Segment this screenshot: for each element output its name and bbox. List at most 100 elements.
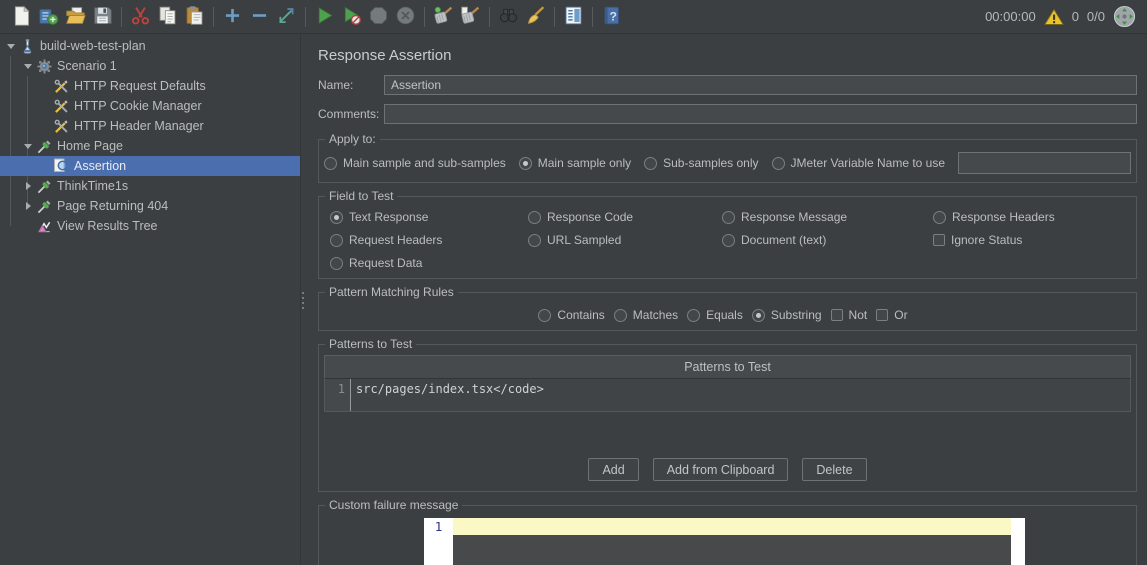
radio-control[interactable] <box>528 234 541 247</box>
paste-button[interactable] <box>181 4 208 30</box>
tree-item-http-request-defaults[interactable]: HTTP Request Defaults <box>0 76 300 96</box>
radio-control[interactable] <box>722 234 735 247</box>
radio-main-sample-only[interactable]: Main sample only <box>519 156 631 170</box>
checkbox-control[interactable] <box>831 309 843 321</box>
add-from-clipboard-button[interactable]: Add from Clipboard <box>653 458 789 481</box>
radio-control[interactable] <box>538 309 551 322</box>
radio-control[interactable] <box>772 157 785 170</box>
radio-control[interactable] <box>752 309 765 322</box>
copy-button[interactable] <box>154 4 181 30</box>
function-helper-button[interactable] <box>560 4 587 30</box>
checkbox-control[interactable] <box>876 309 888 321</box>
new-file-button[interactable] <box>8 4 35 30</box>
radio-substring[interactable]: Substring <box>752 308 822 322</box>
radio-text-response[interactable]: Text Response <box>330 210 515 224</box>
tree-item-page-returning-404[interactable]: Page Returning 404 <box>0 196 300 216</box>
help-button[interactable]: ? <box>598 4 625 30</box>
collapse-arrow-icon[interactable] <box>20 59 35 74</box>
save-button[interactable] <box>89 4 116 30</box>
pattern-text[interactable]: src/pages/index.tsx</code> <box>351 379 544 411</box>
tree-item-view-results-tree[interactable]: View Results Tree <box>0 216 300 236</box>
expand-arrow-icon[interactable] <box>20 199 35 214</box>
tree-item-thinktime1s[interactable]: ThinkTime1s <box>0 176 300 196</box>
radio-control[interactable] <box>614 309 627 322</box>
start-no-timers-button[interactable] <box>338 4 365 30</box>
radio-matches[interactable]: Matches <box>614 308 678 322</box>
checkbox-control[interactable] <box>933 234 945 246</box>
sampler-icon <box>35 138 53 154</box>
option-label: Matches <box>633 308 678 322</box>
add-button[interactable] <box>219 4 246 30</box>
collapse-arrow-icon[interactable] <box>3 39 18 54</box>
radio-main-sample-and-sub-samples[interactable]: Main sample and sub-samples <box>324 156 506 170</box>
tree-item-http-cookie-manager[interactable]: HTTP Cookie Manager <box>0 96 300 116</box>
apply-to-group: Apply to: Main sample and sub-samplesMai… <box>318 132 1137 183</box>
cut-button[interactable] <box>127 4 154 30</box>
collapse-arrow-icon[interactable] <box>20 139 35 154</box>
patterns-editor[interactable]: 1src/pages/index.tsx</code> <box>324 379 1131 412</box>
shutdown-button[interactable] <box>392 4 419 30</box>
tree-item-assertion[interactable]: Assertion <box>0 156 300 176</box>
radio-control[interactable] <box>330 211 343 224</box>
radio-document-text[interactable]: Document (text) <box>722 233 920 247</box>
stop-button[interactable] <box>365 4 392 30</box>
checkbox-or[interactable]: Or <box>876 308 907 322</box>
radio-control[interactable] <box>519 157 532 170</box>
jmeter-variable-name-input[interactable] <box>958 152 1131 174</box>
shutdown-icon <box>395 5 416 29</box>
name-input[interactable] <box>384 75 1137 95</box>
tree-item-build-web-test-plan[interactable]: build-web-test-plan <box>0 36 300 56</box>
radio-control[interactable] <box>324 157 337 170</box>
tree-item-scenario-1[interactable]: Scenario 1 <box>0 56 300 76</box>
toggle-button[interactable] <box>273 4 300 30</box>
radio-control[interactable] <box>722 211 735 224</box>
option-label: Equals <box>706 308 743 322</box>
cut-icon <box>130 5 151 29</box>
radio-request-data[interactable]: Request Data <box>330 256 515 270</box>
add-button[interactable]: Add <box>588 458 638 481</box>
tree-item-http-header-manager[interactable]: HTTP Header Manager <box>0 116 300 136</box>
new-file-icon <box>11 5 32 29</box>
open-file-button[interactable] <box>62 4 89 30</box>
clear-all-button[interactable] <box>457 4 484 30</box>
reset-search-button[interactable] <box>522 4 549 30</box>
delete-button[interactable]: Delete <box>802 458 866 481</box>
tree-item-home-page[interactable]: Home Page <box>0 136 300 156</box>
start-button[interactable] <box>311 4 338 30</box>
search-button[interactable] <box>495 4 522 30</box>
tree-item-label: Scenario 1 <box>57 59 117 73</box>
expand-arrow-icon[interactable] <box>20 179 35 194</box>
custom-failure-text-rest[interactable] <box>453 535 1011 565</box>
radio-control[interactable] <box>687 309 700 322</box>
active-line-highlight[interactable] <box>453 518 1011 535</box>
radio-request-headers[interactable]: Request Headers <box>330 233 515 247</box>
checkbox-not[interactable]: Not <box>831 308 868 322</box>
radio-response-headers[interactable]: Response Headers <box>933 210 1118 224</box>
clear-button[interactable] <box>430 4 457 30</box>
radio-control[interactable] <box>330 234 343 247</box>
radio-contains[interactable]: Contains <box>538 308 604 322</box>
split-pane-divider[interactable] <box>300 34 306 565</box>
custom-failure-text-area[interactable] <box>453 518 1011 565</box>
radio-sub-samples-only[interactable]: Sub-samples only <box>644 156 758 170</box>
radio-jmeter-variable-name-to-use[interactable]: JMeter Variable Name to use <box>772 156 946 170</box>
pattern-line-number: 1 <box>325 379 351 411</box>
patterns-group: Patterns to Test Patterns to Test 1src/p… <box>318 337 1137 492</box>
custom-failure-editor[interactable]: 1 <box>424 518 1025 565</box>
remove-button[interactable] <box>246 4 273 30</box>
radio-equals[interactable]: Equals <box>687 308 743 322</box>
option-label: Substring <box>771 308 822 322</box>
radio-control[interactable] <box>644 157 657 170</box>
radio-response-message[interactable]: Response Message <box>722 210 920 224</box>
radio-url-sampled[interactable]: URL Sampled <box>528 233 709 247</box>
warning-icon[interactable] <box>1044 8 1064 26</box>
custom-failure-scrollbar[interactable] <box>1011 518 1025 565</box>
comments-input[interactable] <box>384 104 1137 124</box>
checkbox-ignore-status[interactable]: Ignore Status <box>933 233 1118 247</box>
radio-response-code[interactable]: Response Code <box>528 210 709 224</box>
radio-control[interactable] <box>933 211 946 224</box>
radio-control[interactable] <box>330 257 343 270</box>
radio-control[interactable] <box>528 211 541 224</box>
divider-grip-icon[interactable] <box>302 292 304 309</box>
templates-button[interactable] <box>35 4 62 30</box>
